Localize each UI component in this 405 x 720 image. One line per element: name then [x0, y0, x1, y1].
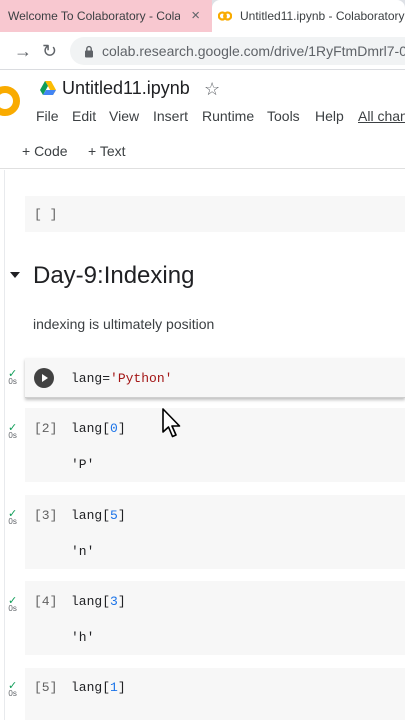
text-cell: indexing is ultimately position [33, 316, 215, 332]
code-var: lang= [71, 371, 111, 386]
collapse-section-icon[interactable] [10, 272, 20, 278]
exec-time: 0s [8, 604, 17, 613]
code-index: 3 [110, 594, 118, 609]
tab-label: Untitled11.ipynb - Colaboratory [240, 9, 405, 23]
tab-label: Welcome To Colaboratory - Colab [8, 9, 180, 23]
exec-time: 0s [8, 517, 17, 526]
section-heading: Day-9:Indexing [33, 262, 195, 289]
code-line[interactable]: lang[3] [71, 594, 126, 609]
cell-prompt: [ ] [34, 207, 58, 222]
drive-icon[interactable] [40, 81, 56, 95]
code-line[interactable]: lang[1] [71, 680, 126, 695]
cell-output: 'n' [71, 544, 95, 559]
execution-status: ✓ 0s [8, 423, 17, 440]
close-icon[interactable]: × [191, 8, 200, 24]
menu-file[interactable]: File [36, 108, 59, 124]
add-code-button[interactable]: + Code [22, 143, 68, 159]
reload-icon[interactable]: ↻ [42, 41, 57, 61]
cell-prompt: [2] [34, 421, 58, 436]
code-index: 1 [110, 680, 118, 695]
cell-prompt: [4] [34, 594, 58, 609]
browser-tab-bar: Welcome To Colaboratory - Colab × Untitl… [0, 0, 405, 32]
empty-code-cell[interactable] [25, 196, 405, 232]
code-line[interactable]: lang[5] [71, 508, 126, 523]
menu-help[interactable]: Help [315, 108, 344, 124]
forward-arrow-icon[interactable]: → [14, 41, 32, 61]
run-cell-icon[interactable] [34, 368, 54, 388]
url-field[interactable]: colab.research.google.com/drive/1RyFtmDm… [70, 37, 405, 65]
app-header [0, 70, 405, 134]
mouse-cursor-icon [162, 408, 181, 438]
code-string: 'Python' [110, 371, 173, 386]
code-index: 5 [110, 508, 118, 523]
star-icon[interactable]: ☆ [204, 79, 220, 100]
exec-time: 0s [8, 377, 17, 386]
notebook-title[interactable]: Untitled11.ipynb [62, 78, 190, 99]
cell-prompt: [3] [34, 508, 58, 523]
menu-tools[interactable]: Tools [267, 108, 300, 124]
execution-status: ✓ 0s [8, 509, 17, 526]
lock-icon [85, 45, 93, 57]
address-bar: → ↻ colab.research.google.com/drive/1RyF… [0, 32, 405, 70]
menu-all-changes[interactable]: All chan [358, 108, 405, 124]
menu-insert[interactable]: Insert [153, 108, 188, 124]
exec-time: 0s [8, 689, 17, 698]
cell-output: 'P' [71, 457, 95, 472]
code-line[interactable]: lang[0] [71, 421, 126, 436]
cell-output: 'h' [71, 630, 95, 645]
left-gutter-line [4, 170, 5, 720]
code-line[interactable]: lang='Python' [71, 371, 172, 386]
add-text-button[interactable]: + Text [88, 143, 126, 159]
menu-edit[interactable]: Edit [72, 108, 96, 124]
execution-status: ✓ 0s [8, 596, 17, 613]
execution-status: ✓ 0s [8, 681, 17, 698]
tab-welcome[interactable]: Welcome To Colaboratory - Colab × [0, 0, 212, 32]
menu-view[interactable]: View [109, 108, 139, 124]
code-index: 0 [110, 421, 118, 436]
toolbar-divider [0, 168, 405, 169]
menu-runtime[interactable]: Runtime [202, 108, 254, 124]
exec-time: 0s [8, 431, 17, 440]
tab-untitled11[interactable]: Untitled11.ipynb - Colaboratory [212, 0, 405, 32]
url-text: colab.research.google.com/drive/1RyFtmDm… [102, 43, 405, 59]
colab-favicon-icon [218, 11, 232, 21]
cell-prompt: [5] [34, 680, 58, 695]
execution-status: ✓ 0s [8, 369, 17, 386]
